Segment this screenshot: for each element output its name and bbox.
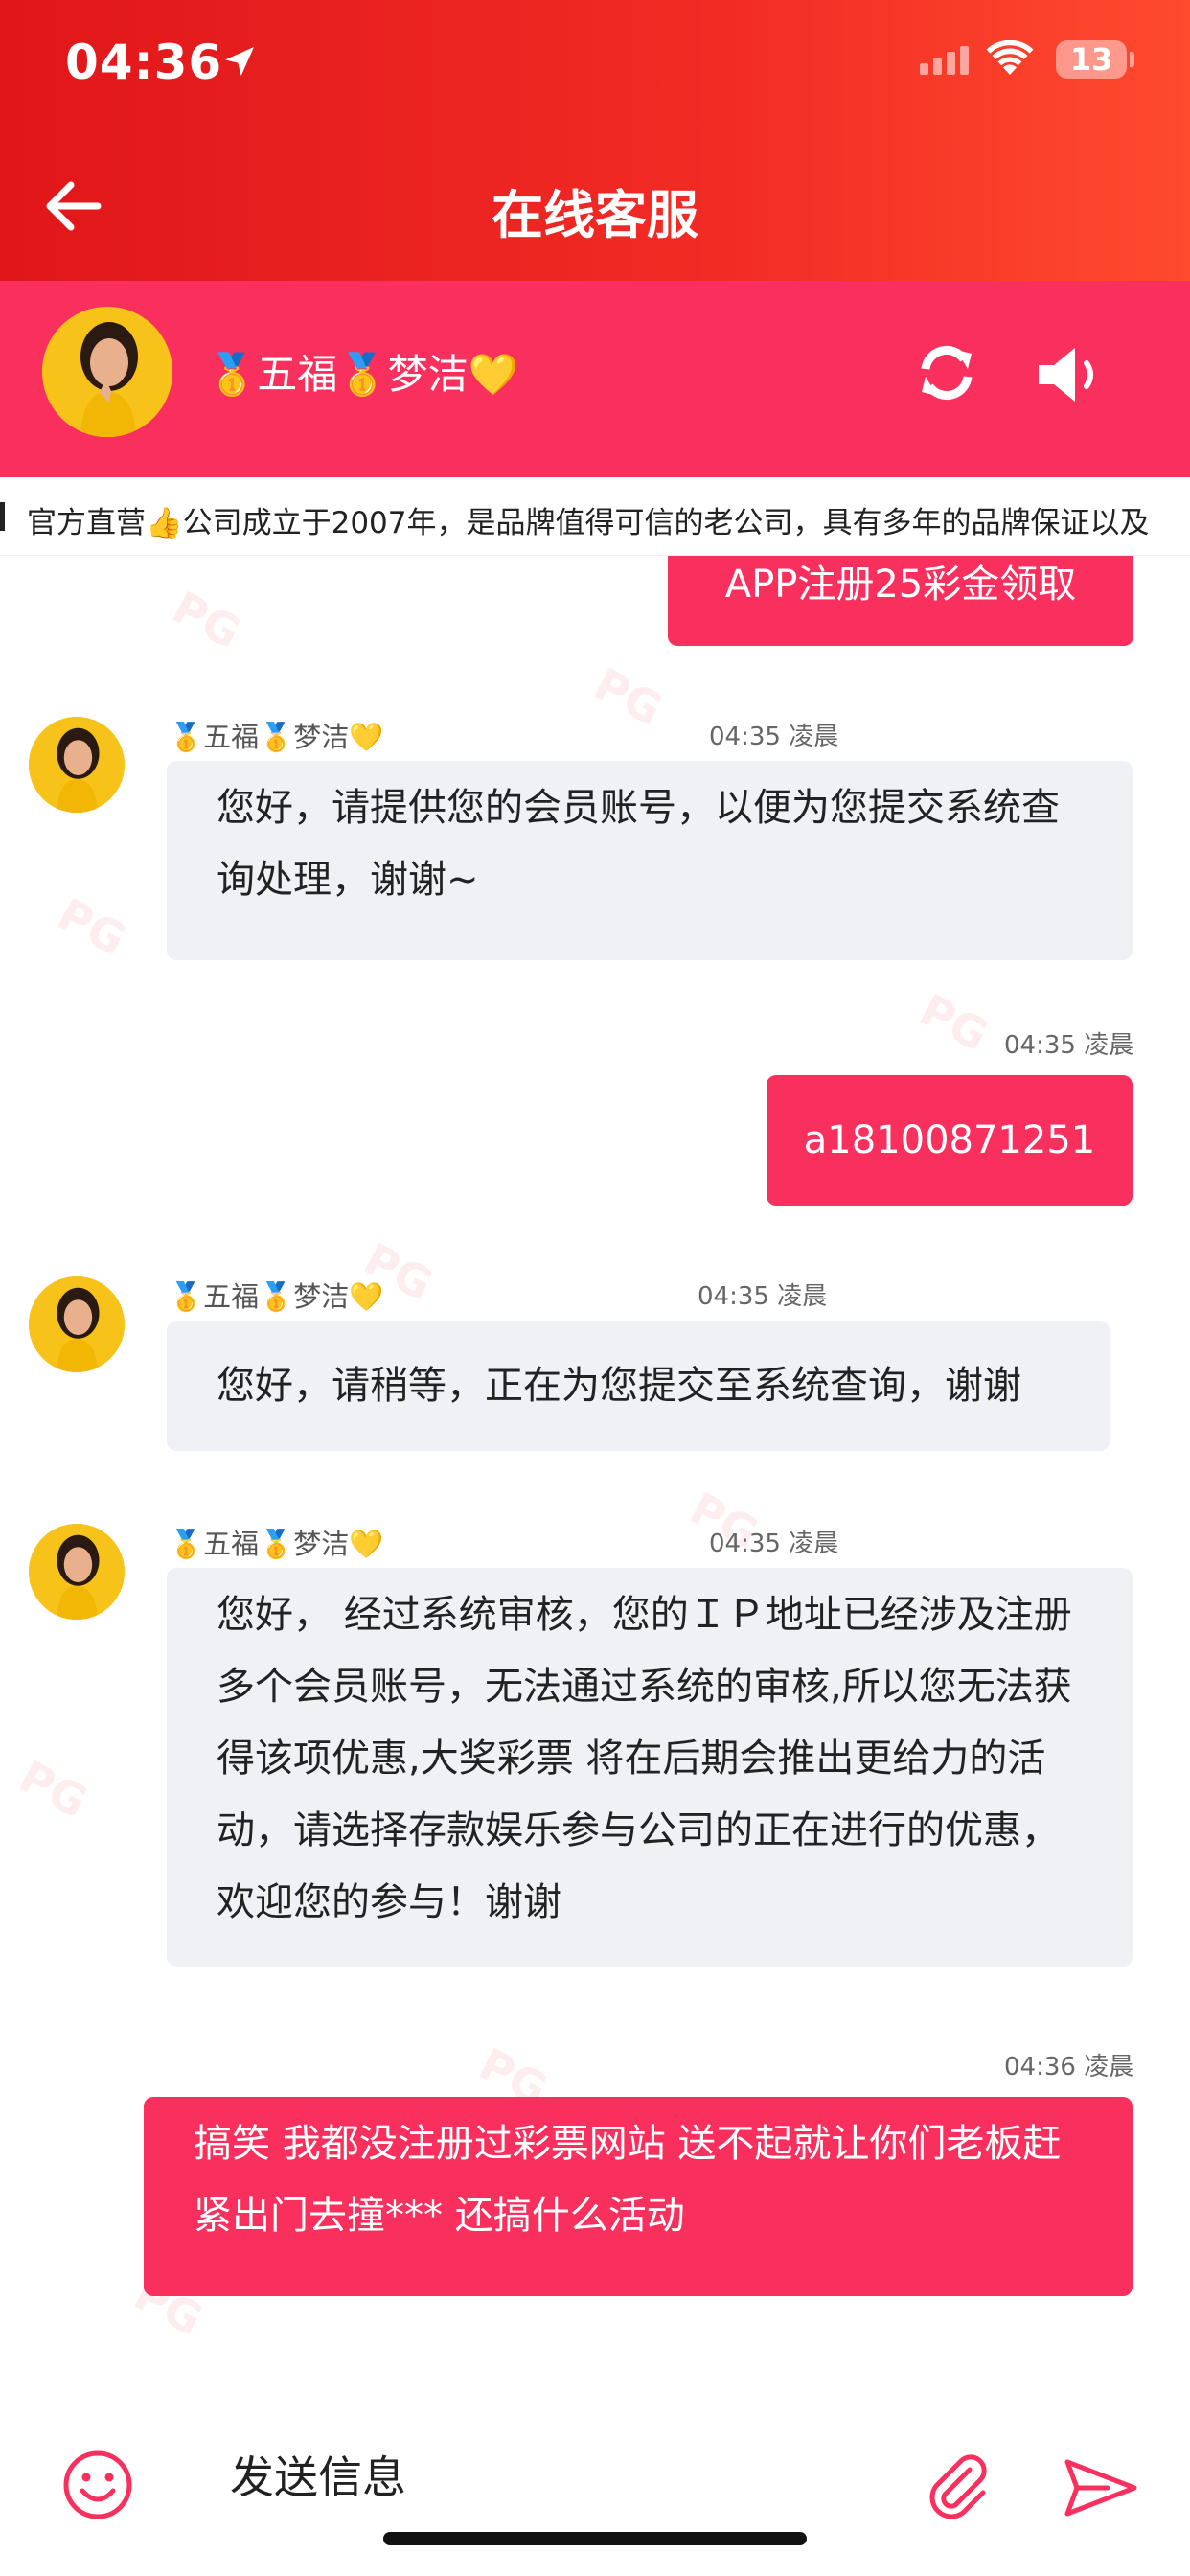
agent-avatar[interactable] [42, 307, 172, 437]
agent-avatar[interactable] [29, 1524, 125, 1620]
incoming-message[interactable]: 您好，请提供您的会员账号，以便为您提交系统查询处理，谢谢~ [167, 761, 1133, 960]
message-sender-name: 🥇五福🥇梦洁💛 [169, 1280, 384, 1313]
outgoing-message[interactable]: a18100871251 [767, 1075, 1133, 1206]
signal-icon [920, 46, 969, 75]
message-timestamp: 04:36 凌晨 [1004, 2053, 1134, 2082]
message-text: 您好，请提供您的会员账号，以便为您提交系统查询处理，谢谢~ [217, 786, 1060, 902]
wifi-icon [986, 40, 1034, 75]
agent-avatar-image [29, 1524, 125, 1620]
agent-avatar-image [42, 307, 172, 437]
message-composer [0, 2380, 1190, 2576]
watermark: PG [911, 983, 996, 1062]
status-time: 04:36 [65, 34, 223, 90]
agent-bar: 🥇五福🥇梦洁💛 [0, 281, 1190, 477]
agent-avatar-image [29, 717, 125, 813]
battery-indicator: 13 [1056, 40, 1134, 79]
message-timestamp: 04:35 凌晨 [709, 1530, 839, 1558]
message-sender-name: 🥇五福🥇梦洁💛 [169, 1528, 384, 1560]
message-text: 您好，请稍等，正在为您提交至系统查询，谢谢 [217, 1364, 1021, 1408]
paperclip-icon[interactable] [920, 2449, 996, 2525]
agent-avatar-image [29, 1276, 125, 1372]
message-text: a18100871251 [803, 1118, 1096, 1162]
speaker-icon[interactable] [1033, 340, 1110, 409]
message-text: APP注册25彩金领取 [724, 563, 1077, 607]
ticker-marker [0, 502, 5, 531]
watermark: PG [164, 581, 249, 659]
ticker-text: 官方直营👍公司成立于2007年，是品牌值得可信的老公司，具有多年的品牌保证以及 [27, 506, 1150, 540]
home-indicator [383, 2532, 807, 2545]
agent-avatar[interactable] [29, 717, 125, 813]
message-timestamp: 04:35 凌晨 [698, 1282, 828, 1311]
send-icon[interactable] [1062, 2454, 1140, 2521]
watermark: PG [585, 657, 671, 736]
message-text: 搞笑 我都没注册过彩票网站 送不起就让你们老板赶紧出门去撞*** 还搞什么活动 [194, 2122, 1062, 2238]
location-arrow-icon [225, 47, 254, 76]
watermark: PG [49, 887, 134, 966]
incoming-message[interactable]: 您好，请稍等，正在为您提交至系统查询，谢谢 [167, 1321, 1110, 1451]
outgoing-message[interactable]: 搞笑 我都没注册过彩票网站 送不起就让你们老板赶紧出门去撞*** 还搞什么活动 [144, 2097, 1133, 2296]
message-text: 您好， 经过系统审核，您的ＩＰ地址已经涉及注册多个会员账号，无法通过系统的审核,… [217, 1593, 1072, 1924]
message-timestamp: 04:35 凌晨 [709, 723, 839, 751]
announcement-ticker: 官方直营👍公司成立于2007年，是品牌值得可信的老公司，具有多年的品牌保证以及 [0, 477, 1190, 556]
chat-messages[interactable]: PG PG PG PG PG PG PG PG PG APP注册25彩金领取 🥇… [0, 556, 1190, 2380]
message-sender-name: 🥇五福🥇梦洁💛 [169, 721, 384, 753]
message-timestamp: 04:35 凌晨 [1004, 1031, 1134, 1060]
page-title: 在线客服 [492, 185, 698, 245]
emoji-icon[interactable] [61, 2449, 134, 2521]
watermark: PG [11, 1750, 96, 1828]
agent-avatar[interactable] [29, 1276, 125, 1372]
message-input[interactable] [230, 2439, 862, 2516]
refresh-icon[interactable] [912, 338, 981, 407]
incoming-message[interactable]: 您好， 经过系统审核，您的ＩＰ地址已经涉及注册多个会员账号，无法通过系统的审核,… [167, 1568, 1133, 1966]
outgoing-message[interactable]: APP注册25彩金领取 [668, 556, 1133, 646]
agent-name: 🥇五福🥇梦洁💛 [207, 351, 518, 398]
